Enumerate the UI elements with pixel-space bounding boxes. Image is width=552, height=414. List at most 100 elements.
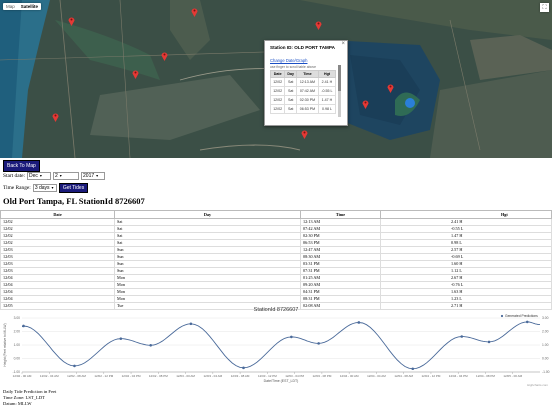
popup-header-time: Time bbox=[295, 70, 319, 78]
tide-cell-day: Mon bbox=[114, 288, 301, 296]
get-tides-button[interactable]: Get Tides bbox=[58, 183, 89, 193]
tide-cell-hgt: -0.69 L bbox=[380, 253, 552, 261]
popup-header-day: Day bbox=[284, 70, 297, 78]
station-marker[interactable] bbox=[52, 112, 59, 122]
tide-cell-day: Mon bbox=[114, 295, 301, 303]
cell: 02:30 PM bbox=[295, 95, 319, 105]
satellite-map[interactable]: Map Satellite ⛶ Station ID: OLD PORT TAM… bbox=[0, 0, 552, 158]
prediction-point bbox=[525, 320, 529, 324]
map-type-satellite[interactable]: Satellite bbox=[18, 3, 41, 10]
tide-row: 12/02 Sat 06:53 PM 0.98 L bbox=[0, 239, 552, 247]
prediction-point bbox=[357, 321, 361, 324]
x-tick-label: 12/04 - 08 AM bbox=[394, 374, 413, 378]
station-marker[interactable] bbox=[132, 69, 139, 79]
legend-marker bbox=[500, 314, 504, 318]
prediction-point bbox=[290, 335, 293, 339]
tide-cell-hgt: 1.23 L bbox=[380, 295, 552, 303]
y-tick-label-right: 2.00 bbox=[542, 330, 549, 334]
prediction-point bbox=[411, 367, 415, 371]
prediction-point bbox=[242, 366, 245, 370]
popup-tide-table: Date Day Time Hgt 12/02 Sat 12:13 AM 2.41 H… bbox=[269, 70, 337, 114]
tide-cell-day: Mon bbox=[114, 281, 301, 289]
tide-cell-date: 12/02 bbox=[0, 232, 115, 240]
prediction-point bbox=[189, 322, 193, 326]
close-icon[interactable]: × bbox=[341, 41, 345, 47]
station-info-window: Station ID: OLD PORT TAMPA × Change Date… bbox=[264, 40, 348, 126]
tide-row: 12/03 Sun 03:31 PM 1.60 H bbox=[0, 260, 552, 268]
day-select[interactable]: 2 bbox=[53, 172, 80, 180]
tide-cell-date: 12/04 bbox=[0, 288, 115, 296]
popup-row: 12/02 Sat 12:13 AM 2.41 H bbox=[269, 77, 337, 87]
cell: 1.47 H bbox=[317, 95, 337, 105]
station-marker[interactable] bbox=[301, 129, 308, 139]
tide-cell-time: 08:31 PM bbox=[300, 295, 381, 303]
tide-cell-time: 02:30 PM bbox=[300, 232, 381, 240]
station-marker[interactable] bbox=[68, 16, 75, 26]
cell: 07:42 AM bbox=[295, 86, 319, 96]
station-marker[interactable] bbox=[161, 51, 168, 61]
y-tick-label: 3.00 bbox=[14, 316, 21, 320]
x-tick-label: 12/04 - 12 PM bbox=[422, 374, 441, 378]
prediction-point bbox=[487, 340, 491, 344]
cell: 2.41 H bbox=[317, 77, 337, 87]
tide-cell-time: 12:47 AM bbox=[300, 246, 381, 254]
station-marker[interactable] bbox=[362, 99, 369, 109]
y-tick-label-right: 1.00 bbox=[542, 343, 549, 347]
time-range-select[interactable]: 3 days bbox=[32, 184, 57, 192]
cell: 06:53 PM bbox=[295, 104, 319, 114]
change-date-graph-link[interactable]: Change Date/Graph bbox=[265, 50, 347, 63]
start-date-label: Start date: bbox=[3, 173, 26, 179]
tide-cell-time: 06:53 PM bbox=[300, 239, 381, 247]
tide-cell-day: Mon bbox=[114, 274, 301, 282]
time-range-label: Time Range: bbox=[3, 185, 31, 191]
cell: 12/02 bbox=[269, 95, 286, 105]
tide-row: 12/04 Mon 08:31 PM 1.23 L bbox=[0, 295, 552, 303]
popup-row: 12/02 Sat 02:30 PM 1.47 H bbox=[269, 95, 337, 105]
y-axis-label: Height (Feet relative to MLLW) bbox=[3, 323, 7, 366]
tide-cell-time: 09:20 AM bbox=[300, 281, 381, 289]
legend-label: Generated Predictions bbox=[505, 314, 538, 318]
prediction-point bbox=[460, 335, 464, 338]
x-tick-label: 12/03 - 04 PM bbox=[285, 374, 304, 378]
y-tick-label: 0.00 bbox=[14, 357, 21, 361]
chart-credit: Highcharts.com bbox=[527, 383, 548, 387]
popup-title: Station ID: OLD PORT TAMPA bbox=[270, 45, 335, 50]
fullscreen-icon[interactable]: ⛶ bbox=[540, 3, 549, 12]
x-tick-label: 12/02 - 08 AM bbox=[67, 374, 86, 378]
tide-chart: StationId 8726607 3.00 3.00 2.00 2.00 1.00 1.0… bbox=[3, 307, 550, 387]
tide-cell-time: 12:13 AM bbox=[300, 218, 381, 226]
popup-row: 12/02 Sat 06:53 PM 0.98 L bbox=[269, 104, 337, 114]
tide-cell-time: 07:31 PM bbox=[300, 267, 381, 275]
footer-datum: Datum: MLLW bbox=[3, 401, 32, 406]
tide-cell-time: 01:25 AM bbox=[300, 274, 381, 282]
popup-scrollbar[interactable] bbox=[338, 65, 341, 117]
station-title: Old Port Tampa, FL StationId 8726607 bbox=[3, 196, 145, 206]
month-select[interactable]: Dec bbox=[27, 172, 52, 180]
map-type-control[interactable]: Map Satellite bbox=[3, 3, 42, 10]
x-tick-label: 12/03 - 08 PM bbox=[312, 374, 331, 378]
tide-cell-date: 12/02 bbox=[0, 225, 115, 233]
back-to-map-button[interactable]: Back To Map bbox=[3, 160, 40, 172]
tide-cell-date: 12/03 bbox=[0, 253, 115, 261]
cell: 12/02 bbox=[269, 77, 286, 87]
station-marker[interactable] bbox=[315, 20, 322, 30]
y-tick-label-right: 3.00 bbox=[542, 316, 549, 320]
year-select[interactable]: 2017 bbox=[81, 172, 106, 180]
map-type-map[interactable]: Map bbox=[3, 3, 18, 10]
station-marker[interactable] bbox=[191, 7, 198, 17]
station-marker[interactable] bbox=[387, 83, 394, 93]
tide-cell-hgt: 1.47 H bbox=[380, 232, 552, 240]
tide-cell-day: Sat bbox=[114, 232, 301, 240]
tide-cell-hgt: 2.67 H bbox=[380, 274, 552, 282]
tide-cell-day: Sat bbox=[114, 239, 301, 247]
cell: Sat bbox=[284, 77, 297, 87]
tide-cell-date: 12/03 bbox=[0, 267, 115, 275]
tide-cell-time: 04:31 PM bbox=[300, 288, 381, 296]
tide-cell-hgt: 1.12 L bbox=[380, 267, 552, 275]
x-tick-label: 12/04 - 04 AM bbox=[367, 374, 386, 378]
x-tick-label: 12/03 - 04 AM bbox=[203, 374, 222, 378]
tide-cell-hgt: 1.60 H bbox=[380, 260, 552, 268]
cell: 0.98 L bbox=[317, 104, 337, 114]
prediction-point bbox=[119, 337, 123, 340]
tide-cell-hgt: 2.57 H bbox=[380, 246, 552, 254]
